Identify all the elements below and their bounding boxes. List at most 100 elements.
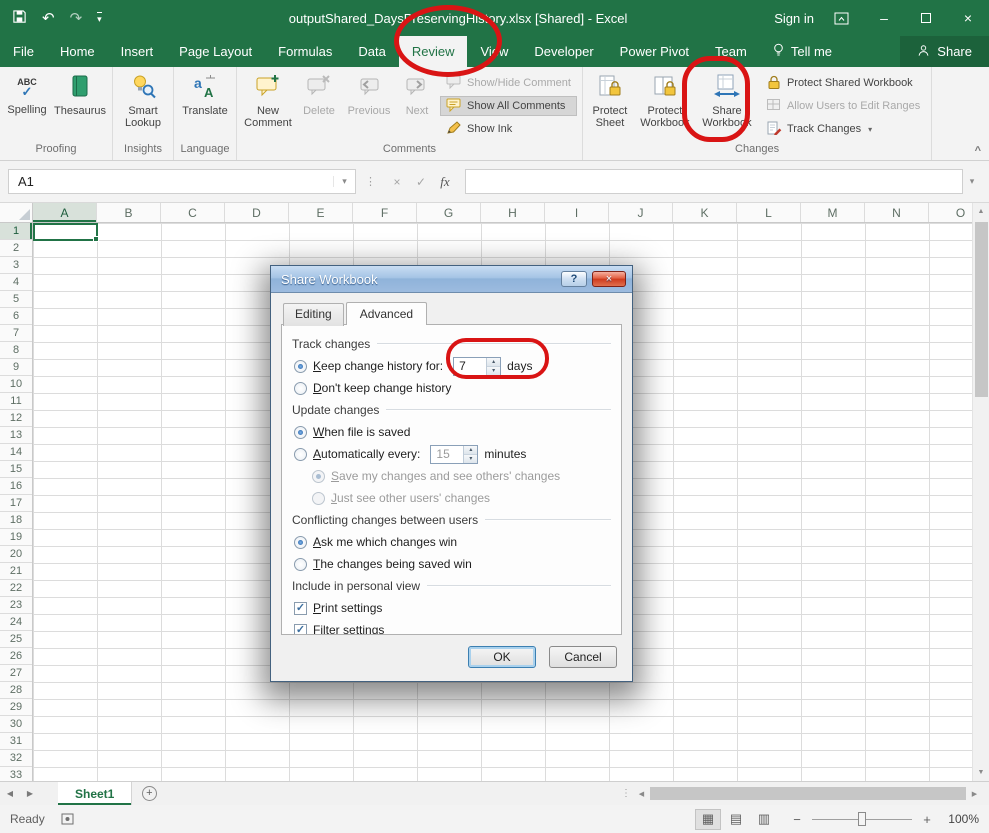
days-spinner[interactable]: 7 ▴▾ bbox=[453, 357, 501, 376]
column-header-L[interactable]: L bbox=[737, 203, 801, 222]
minutes-value[interactable]: 15 bbox=[431, 446, 463, 463]
tab-insert[interactable]: Insert bbox=[108, 36, 167, 67]
column-header-H[interactable]: H bbox=[481, 203, 545, 222]
sign-in-button[interactable]: Sign in bbox=[774, 11, 814, 26]
tab-view[interactable]: View bbox=[467, 36, 521, 67]
sheet-tab-sheet1[interactable]: Sheet1 bbox=[58, 782, 132, 805]
filter-settings-option[interactable]: ✓ Filter settings bbox=[294, 622, 611, 635]
save-icon[interactable] bbox=[12, 9, 27, 27]
formula-input[interactable] bbox=[465, 169, 963, 194]
row-header-28[interactable]: 28 bbox=[0, 682, 32, 699]
new-comment-button[interactable]: New Comment bbox=[240, 69, 296, 143]
tab-home[interactable]: Home bbox=[47, 36, 108, 67]
tab-power-pivot[interactable]: Power Pivot bbox=[607, 36, 702, 67]
tab-splitter-icon[interactable]: ⋮ bbox=[619, 782, 633, 805]
tab-advanced[interactable]: Advanced bbox=[346, 302, 427, 325]
spelling-button[interactable]: ABC✓ Spelling bbox=[3, 69, 51, 143]
row-header-27[interactable]: 27 bbox=[0, 665, 32, 682]
protect-workbook-button[interactable]: Protect Workbook bbox=[634, 69, 696, 143]
column-header-C[interactable]: C bbox=[161, 203, 225, 222]
row-header-12[interactable]: 12 bbox=[0, 410, 32, 427]
row-header-23[interactable]: 23 bbox=[0, 597, 32, 614]
scroll-up-icon[interactable]: ▲ bbox=[973, 203, 989, 220]
scroll-down-icon[interactable]: ▼ bbox=[973, 764, 989, 781]
name-box[interactable]: A1 ▾ bbox=[8, 169, 356, 194]
horizontal-scroll-thumb[interactable] bbox=[650, 787, 966, 800]
zoom-slider[interactable] bbox=[812, 812, 912, 826]
vertical-scroll-thumb[interactable] bbox=[975, 222, 988, 397]
spin-down-icon[interactable]: ▾ bbox=[487, 367, 500, 375]
cancel-entry-icon[interactable]: × bbox=[385, 175, 409, 189]
name-box-dropdown-icon[interactable]: ▾ bbox=[333, 176, 355, 187]
row-header-33[interactable]: 33 bbox=[0, 767, 32, 781]
when-file-saved-option[interactable]: When file is saved bbox=[294, 424, 611, 440]
formula-bar-splitter-icon[interactable]: ⋮ bbox=[356, 175, 385, 188]
tab-team[interactable]: Team bbox=[702, 36, 760, 67]
spin-up-icon[interactable]: ▴ bbox=[464, 446, 477, 455]
keep-history-radio[interactable] bbox=[294, 360, 307, 373]
dont-keep-history-radio[interactable] bbox=[294, 382, 307, 395]
title-bar[interactable]: ↶ ↷ ▾ outputShared_DaysPreservingHistory… bbox=[0, 0, 989, 36]
row-header-13[interactable]: 13 bbox=[0, 427, 32, 444]
row-header-18[interactable]: 18 bbox=[0, 512, 32, 529]
changes-saved-win-option[interactable]: The changes being saved win bbox=[294, 556, 611, 572]
row-header-32[interactable]: 32 bbox=[0, 750, 32, 767]
dont-keep-history-option[interactable]: Don't keep change history bbox=[294, 380, 611, 396]
save-my-changes-option[interactable]: Save my changes and see others' changes bbox=[312, 468, 611, 484]
row-header-26[interactable]: 26 bbox=[0, 648, 32, 665]
tab-editing[interactable]: Editing bbox=[283, 303, 344, 326]
save-my-changes-radio[interactable] bbox=[312, 470, 325, 483]
zoom-in-icon[interactable]: + bbox=[921, 812, 933, 827]
row-header-8[interactable]: 8 bbox=[0, 342, 32, 359]
tab-developer[interactable]: Developer bbox=[521, 36, 606, 67]
print-settings-checkbox[interactable]: ✓ bbox=[294, 602, 307, 615]
column-header-J[interactable]: J bbox=[609, 203, 673, 222]
row-header-15[interactable]: 15 bbox=[0, 461, 32, 478]
row-header-30[interactable]: 30 bbox=[0, 716, 32, 733]
column-header-B[interactable]: B bbox=[97, 203, 161, 222]
show-hide-comment-button[interactable]: Show/Hide Comment bbox=[440, 73, 577, 93]
horizontal-scrollbar[interactable]: ◀ ▶ bbox=[633, 782, 989, 805]
tab-file[interactable]: File bbox=[0, 36, 47, 67]
column-header-F[interactable]: F bbox=[353, 203, 417, 222]
row-header-2[interactable]: 2 bbox=[0, 240, 32, 257]
row-header-17[interactable]: 17 bbox=[0, 495, 32, 512]
just-see-changes-radio[interactable] bbox=[312, 492, 325, 505]
customize-qat-icon[interactable]: ▾ bbox=[97, 12, 102, 25]
column-header-D[interactable]: D bbox=[225, 203, 289, 222]
zoom-slider-thumb[interactable] bbox=[858, 812, 866, 826]
row-header-31[interactable]: 31 bbox=[0, 733, 32, 750]
row-header-25[interactable]: 25 bbox=[0, 631, 32, 648]
spin-up-icon[interactable]: ▴ bbox=[487, 358, 500, 367]
changes-saved-win-radio[interactable] bbox=[294, 558, 307, 571]
ask-me-option[interactable]: Ask me which changes win bbox=[294, 534, 611, 550]
row-header-10[interactable]: 10 bbox=[0, 376, 32, 393]
select-all-corner[interactable] bbox=[0, 203, 33, 222]
when-file-saved-radio[interactable] bbox=[294, 426, 307, 439]
row-header-24[interactable]: 24 bbox=[0, 614, 32, 631]
normal-view-button[interactable]: ▦ bbox=[695, 809, 721, 830]
row-header-20[interactable]: 20 bbox=[0, 546, 32, 563]
previous-comment-button[interactable]: Previous bbox=[342, 69, 396, 143]
protect-shared-workbook-button[interactable]: Protect Shared Workbook bbox=[760, 73, 926, 93]
next-comment-button[interactable]: Next bbox=[396, 69, 438, 143]
automatically-every-option[interactable]: Automatically every: 15 ▴▾ minutes bbox=[294, 446, 611, 462]
row-header-29[interactable]: 29 bbox=[0, 699, 32, 716]
days-value[interactable]: 7 bbox=[454, 358, 486, 375]
show-ink-button[interactable]: Show Ink bbox=[440, 119, 577, 139]
cancel-button[interactable]: Cancel bbox=[549, 646, 617, 668]
new-sheet-button[interactable]: + bbox=[132, 782, 166, 805]
column-header-I[interactable]: I bbox=[545, 203, 609, 222]
column-header-G[interactable]: G bbox=[417, 203, 481, 222]
share-button[interactable]: Share bbox=[900, 36, 989, 67]
column-header-K[interactable]: K bbox=[673, 203, 737, 222]
delete-comment-button[interactable]: Delete bbox=[296, 69, 342, 143]
dialog-title-bar[interactable]: Share Workbook ? × bbox=[271, 266, 632, 293]
track-changes-button[interactable]: Track Changes ▾ bbox=[760, 119, 926, 139]
minimize-button[interactable]: – bbox=[863, 0, 905, 36]
keep-change-history-option[interactable]: Keep change history for: 7 ▴▾ days bbox=[294, 358, 611, 374]
page-break-view-button[interactable]: ▥ bbox=[751, 809, 777, 830]
print-settings-option[interactable]: ✓ Print settings bbox=[294, 600, 611, 616]
sheet-nav-left-icon[interactable]: ◀ bbox=[0, 782, 20, 805]
row-header-6[interactable]: 6 bbox=[0, 308, 32, 325]
